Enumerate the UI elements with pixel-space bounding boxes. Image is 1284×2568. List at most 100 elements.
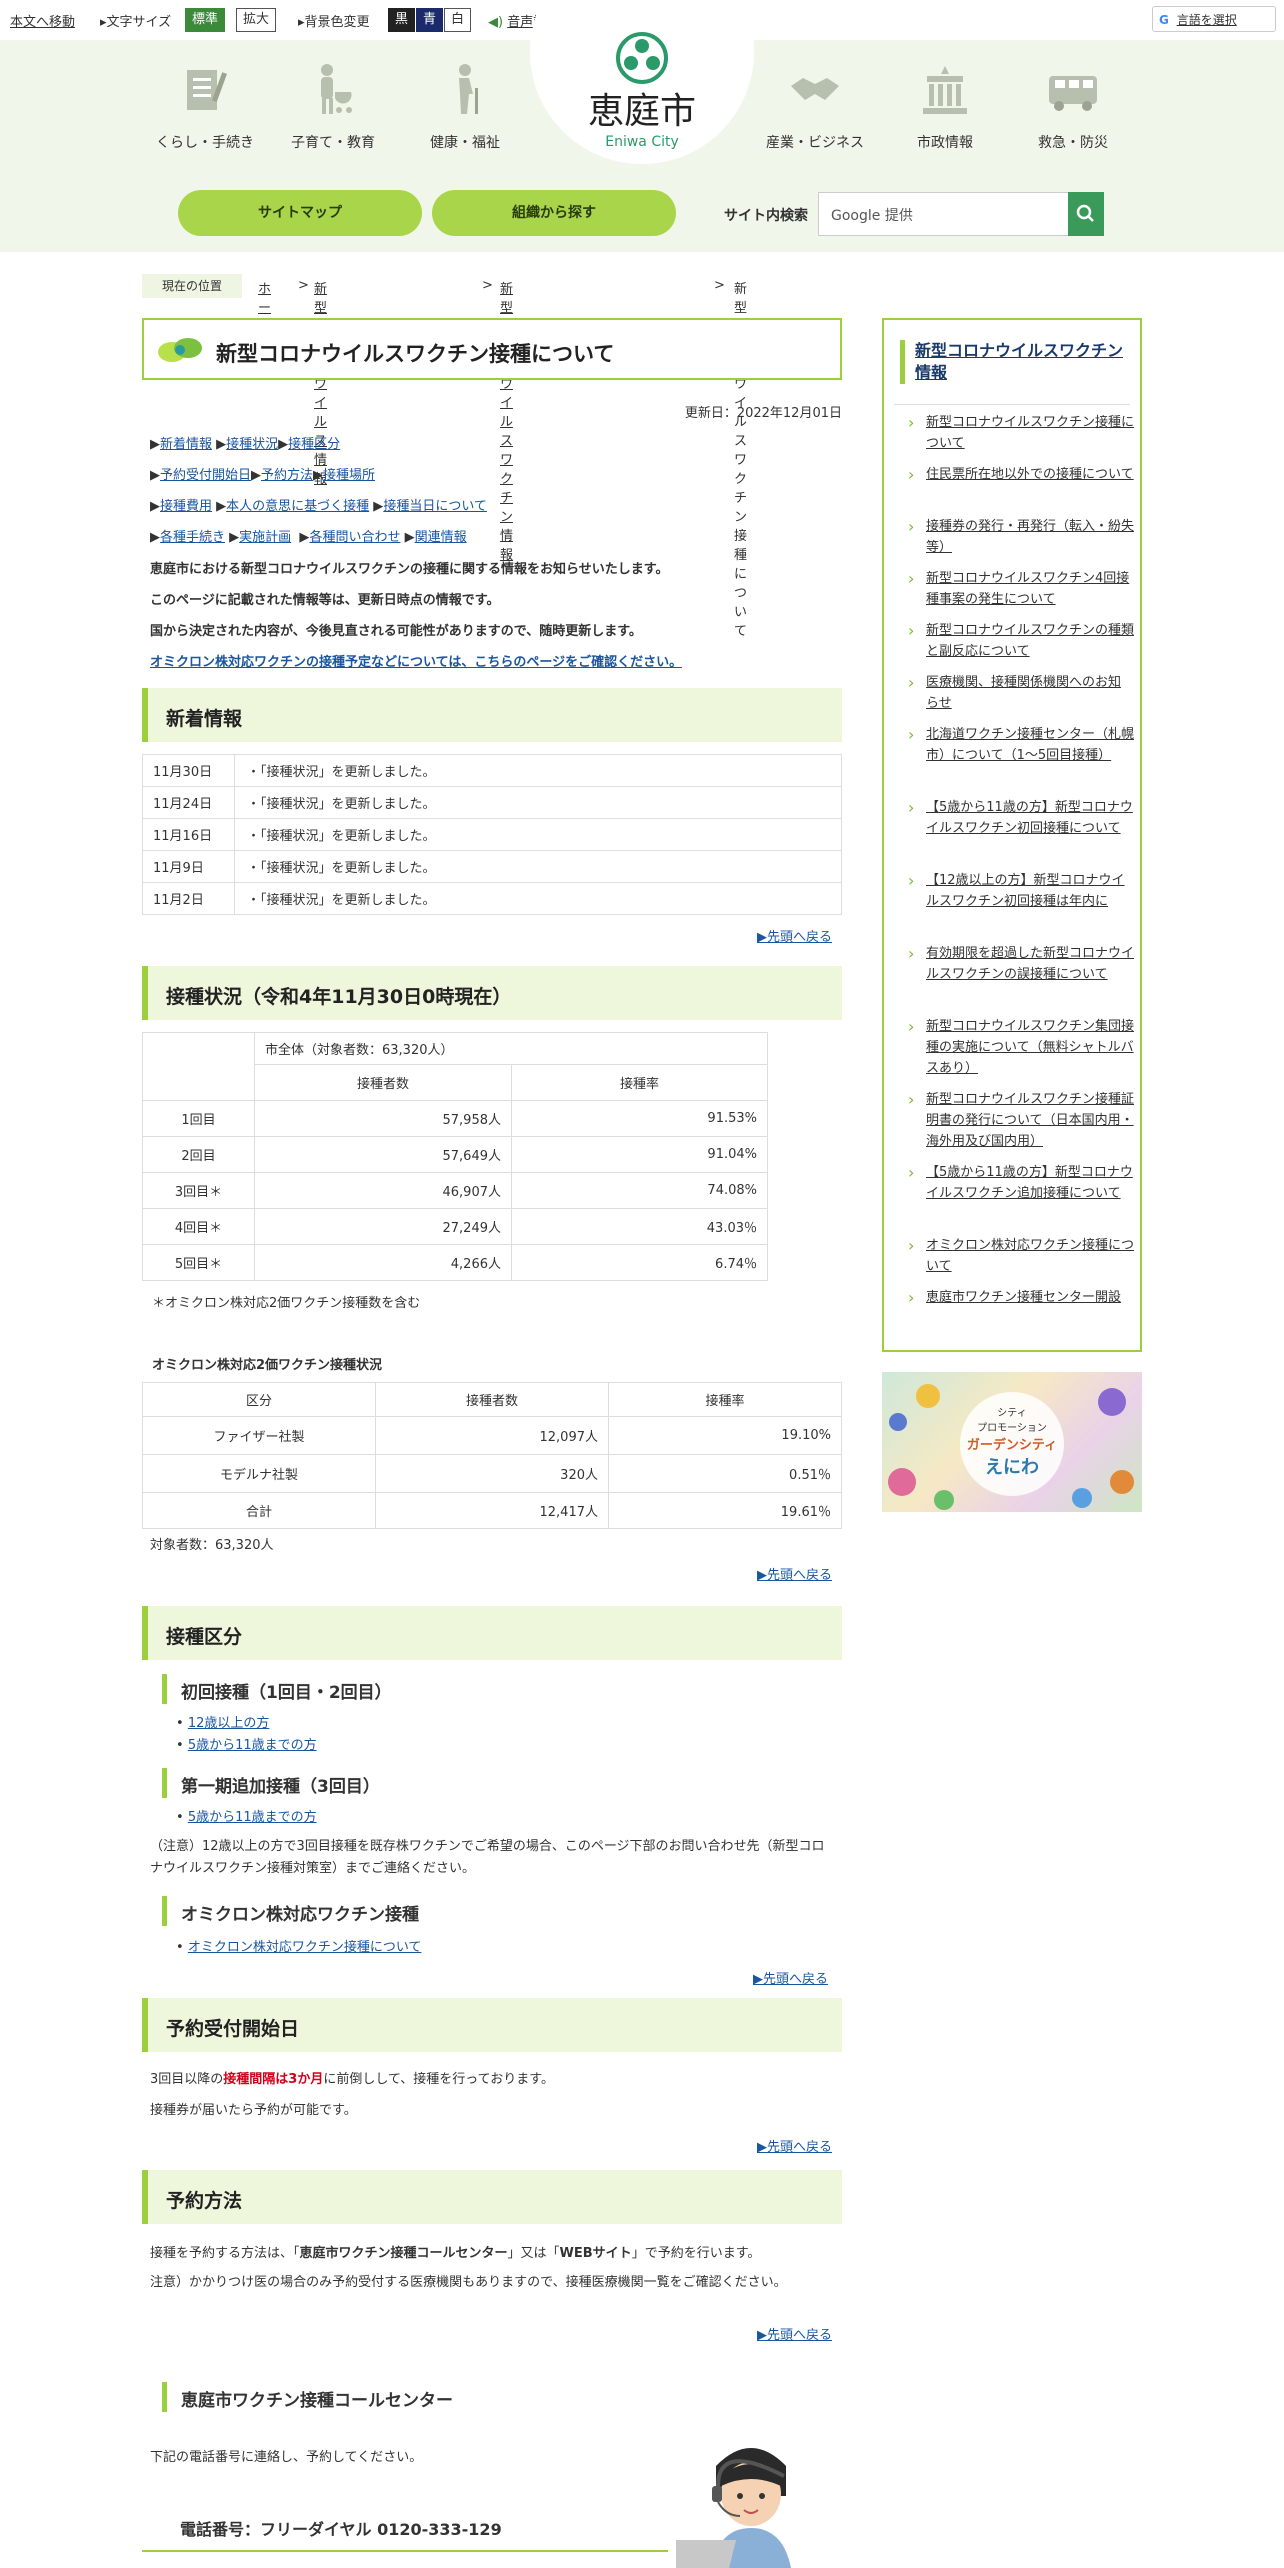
status-corner-cell <box>142 1032 255 1101</box>
banner-line-1: シティ <box>997 1408 1027 1419</box>
anchor-day-of[interactable]: 接種当日について <box>383 499 487 514</box>
back-to-top-link[interactable]: ▶先頭へ戻る <box>757 2136 832 2155</box>
intro-text-3: 国から決定された内容が、今後見直される可能性がありますので、随時更新します。 <box>150 624 642 639</box>
reservation-method-note: 注意）かかりつけ医の場合のみ予約受付する医療機関もありますので、接種医療機関一覧… <box>150 2275 787 2290</box>
anchor-procedures[interactable]: 各種手続き <box>160 530 225 545</box>
sidebar-item-side-effects[interactable]: 新型コロナウイルスワクチンの種類と副反応について <box>894 620 1134 662</box>
back-to-top-link[interactable]: ▶先頭へ戻る <box>753 1968 828 1987</box>
anchor-consent[interactable]: 本人の意思に基づく接種 <box>226 499 369 514</box>
sidebar-item-ticket-reissue[interactable]: 接種券の発行・再発行（転入・紛失等） <box>894 516 1134 558</box>
omicron-table: 区分 接種者数 接種率 ファイザー社製 12,097人 19.10% モデルナ社製 320… <box>142 1382 842 1529</box>
breadcrumb-covid-info[interactable]: 新型コロナウイルス情報 <box>314 278 327 487</box>
breadcrumb-separator: > <box>298 278 309 293</box>
omicron-kind: 合計 <box>142 1492 376 1529</box>
nav-cityinfo[interactable]: 市政情報 <box>880 62 1010 152</box>
nav-business[interactable]: 産業・ビジネス <box>750 62 880 152</box>
sitemap-button[interactable]: サイトマップ <box>178 190 422 236</box>
garden-city-banner[interactable]: シティ プロモーション ガーデンシティ えにわ <box>882 1372 1142 1512</box>
reservation-method-text-post: 」で予約を行います。 <box>631 2246 761 2261</box>
sidebar-item-vaccination[interactable]: 新型コロナウイルスワクチン接種について <box>894 412 1134 454</box>
sidebar-item-hokkaido-center[interactable]: 北海道ワクチン接種センター（札幌市）について（1～5回目接種） <box>894 724 1134 766</box>
search-button[interactable] <box>1068 192 1104 236</box>
initial-dose-12plus-link[interactable]: 12歳以上の方 <box>188 1716 270 1731</box>
omicron-vaccine-link[interactable]: オミクロン株対応ワクチン接種について <box>188 1940 422 1955</box>
anchor-contact[interactable]: 各種問い合わせ <box>309 530 400 545</box>
nav-health[interactable]: 健康・福祉 <box>400 62 530 152</box>
nav-living-label: くらし・手続き <box>156 135 254 151</box>
anchor-category[interactable]: 接種区分 <box>288 437 340 452</box>
sidebar-item-group-vaccination[interactable]: 新型コロナウイルスワクチン集団接種の実施について（無料シャトルバスあり） <box>894 1016 1134 1079</box>
leaf-title-icon <box>158 338 202 362</box>
language-select[interactable]: G 言語を選択 <box>1152 6 1276 32</box>
omicron-count: 320人 <box>375 1454 609 1493</box>
nav-childcare[interactable]: 子育て・教育 <box>268 62 398 152</box>
sidebar-item-5to11-booster[interactable]: 【5歳から11歳の方】新型コロナウイルスワクチン追加接種について <box>894 1162 1134 1204</box>
sidebar-item-certificate[interactable]: 新型コロナウイルスワクチン接種証明書の発行について（日本国内用・海外用及び国内用… <box>894 1089 1134 1152</box>
anchor-status[interactable]: 接種状況 <box>226 437 278 452</box>
back-to-top-link[interactable]: ▶先頭へ戻る <box>757 926 832 945</box>
bg-color-label: ▸背景色変更 <box>298 15 370 30</box>
news-text: ・「接種状況」を更新しました。 <box>234 818 842 851</box>
omicron-count: 12,097人 <box>375 1416 609 1455</box>
site-header: 本文へ移動 ▸文字サイズ 標準 拡大 ▸背景色変更 黒 青 白 ◀) 音声読み上… <box>0 0 1284 252</box>
news-text: ・「接種状況」を更新しました。 <box>234 786 842 819</box>
omicron-col-count: 接種者数 <box>375 1382 609 1417</box>
anchor-plan[interactable]: 実施計画 <box>239 530 291 545</box>
news-text: ・「接種状況」を更新しました。 <box>234 850 842 883</box>
status-rate: 43.03％ <box>511 1208 768 1245</box>
anchor-cost[interactable]: 接種費用 <box>160 499 212 514</box>
site-logo[interactable]: 恵庭市 Eniwa City <box>560 30 724 150</box>
status-dose: 4回目＊ <box>142 1208 255 1245</box>
sidebar-item-omicron[interactable]: オミクロン株対応ワクチン接種について <box>894 1235 1134 1277</box>
sidebar-item-outside-residence[interactable]: 住民票所在地以外での接種について <box>894 464 1134 485</box>
search-input[interactable]: Google 提供 <box>818 192 1070 236</box>
sidebar-divider <box>894 404 1130 405</box>
reservation-method-web: WEBサイト <box>559 2246 632 2261</box>
omicron-note: 対象者数：63,320人 <box>150 1538 274 1553</box>
sidebar-item-medical-notice[interactable]: 医療機関、接種関係機関へのお知らせ <box>894 672 1134 714</box>
bg-white-button[interactable]: 白 <box>444 8 472 32</box>
booster-dose-link-item: • 5歳から11歳までの方 <box>176 1810 317 1825</box>
initial-dose-5to11-link[interactable]: 5歳から11歳までの方 <box>188 1738 317 1753</box>
status-row: 2回目 57,649人 91.04% <box>142 1136 768 1173</box>
sidebar-item-vaccine-center[interactable]: 恵庭市ワクチン接種センター開設 <box>894 1287 1134 1308</box>
nav-living[interactable]: くらし・手続き <box>140 62 270 152</box>
banner-text-circle: シティ プロモーション ガーデンシティ えにわ <box>960 1392 1064 1496</box>
anchor-reservation-method[interactable]: 予約方法 <box>261 468 313 483</box>
org-search-button[interactable]: 組織から探す <box>432 190 676 236</box>
skip-to-content-link[interactable]: 本文へ移動 <box>10 11 75 30</box>
omicron-rate: 19.10% <box>608 1416 842 1455</box>
news-text: ・「接種状況」を更新しました。 <box>234 882 842 915</box>
nav-emergency[interactable]: 救急・防災 <box>1008 62 1138 152</box>
status-count: 4,266人 <box>254 1244 512 1281</box>
font-size-standard-button[interactable]: 標準 <box>185 8 226 32</box>
sidebar-item-expired-vaccine[interactable]: 有効期限を超過した新型コロナウイルスワクチンの誤接種について <box>894 943 1134 985</box>
news-table: 11月30日 ・「接種状況」を更新しました。 11月24日 ・「接種状況」を更新しま… <box>142 754 842 915</box>
status-rate: 74.08% <box>511 1172 768 1209</box>
back-to-top-link[interactable]: ▶先頭へ戻る <box>757 2324 832 2343</box>
anchor-location[interactable]: 接種場所 <box>323 468 375 483</box>
sidebar-item-5to11-initial[interactable]: 【5歳から11歳の方】新型コロナウイルスワクチン初回接種について <box>894 797 1134 839</box>
news-date: 11月16日 <box>142 818 235 851</box>
status-col-rate: 接種率 <box>511 1064 768 1101</box>
back-to-top-link[interactable]: ▶先頭へ戻る <box>757 1564 832 1583</box>
status-rate: 91.53% <box>511 1100 768 1137</box>
parent-stroller-icon <box>321 64 352 114</box>
news-row: 11月2日 ・「接種状況」を更新しました。 <box>142 882 842 915</box>
sidebar-item-12plus-initial[interactable]: 【12歳以上の方】新型コロナウイルスワクチン初回接種は年内に <box>894 870 1134 912</box>
search-label: サイト内検索 <box>724 208 808 224</box>
anchor-related[interactable]: 関連情報 <box>415 530 467 545</box>
sidebar-title[interactable]: 新型コロナウイルスワクチン情報 <box>900 340 1124 384</box>
anchor-links-row-2: ▶予約受付開始日▶予約方法▶接種場所 <box>150 468 376 483</box>
booster-5to11-link[interactable]: 5歳から11歳までの方 <box>188 1810 317 1825</box>
anchor-news[interactable]: 新着情報 <box>160 437 212 452</box>
omicron-info-link[interactable]: オミクロン株対応ワクチンの接種予定などについては、こちらのページをご確認ください… <box>150 651 682 670</box>
city-hall-icon <box>923 66 967 114</box>
bg-blue-button[interactable]: 青 <box>416 8 444 32</box>
cane-person-icon <box>459 64 478 114</box>
omicron-rate: 0.51％ <box>608 1454 842 1493</box>
bg-black-button[interactable]: 黒 <box>388 8 416 32</box>
font-size-large-button[interactable]: 拡大 <box>236 8 277 32</box>
sidebar-item-fourth-dose-incident[interactable]: 新型コロナウイルスワクチン4回接種事案の発生について <box>894 568 1134 610</box>
anchor-reservation-start[interactable]: 予約受付開始日 <box>160 468 251 483</box>
